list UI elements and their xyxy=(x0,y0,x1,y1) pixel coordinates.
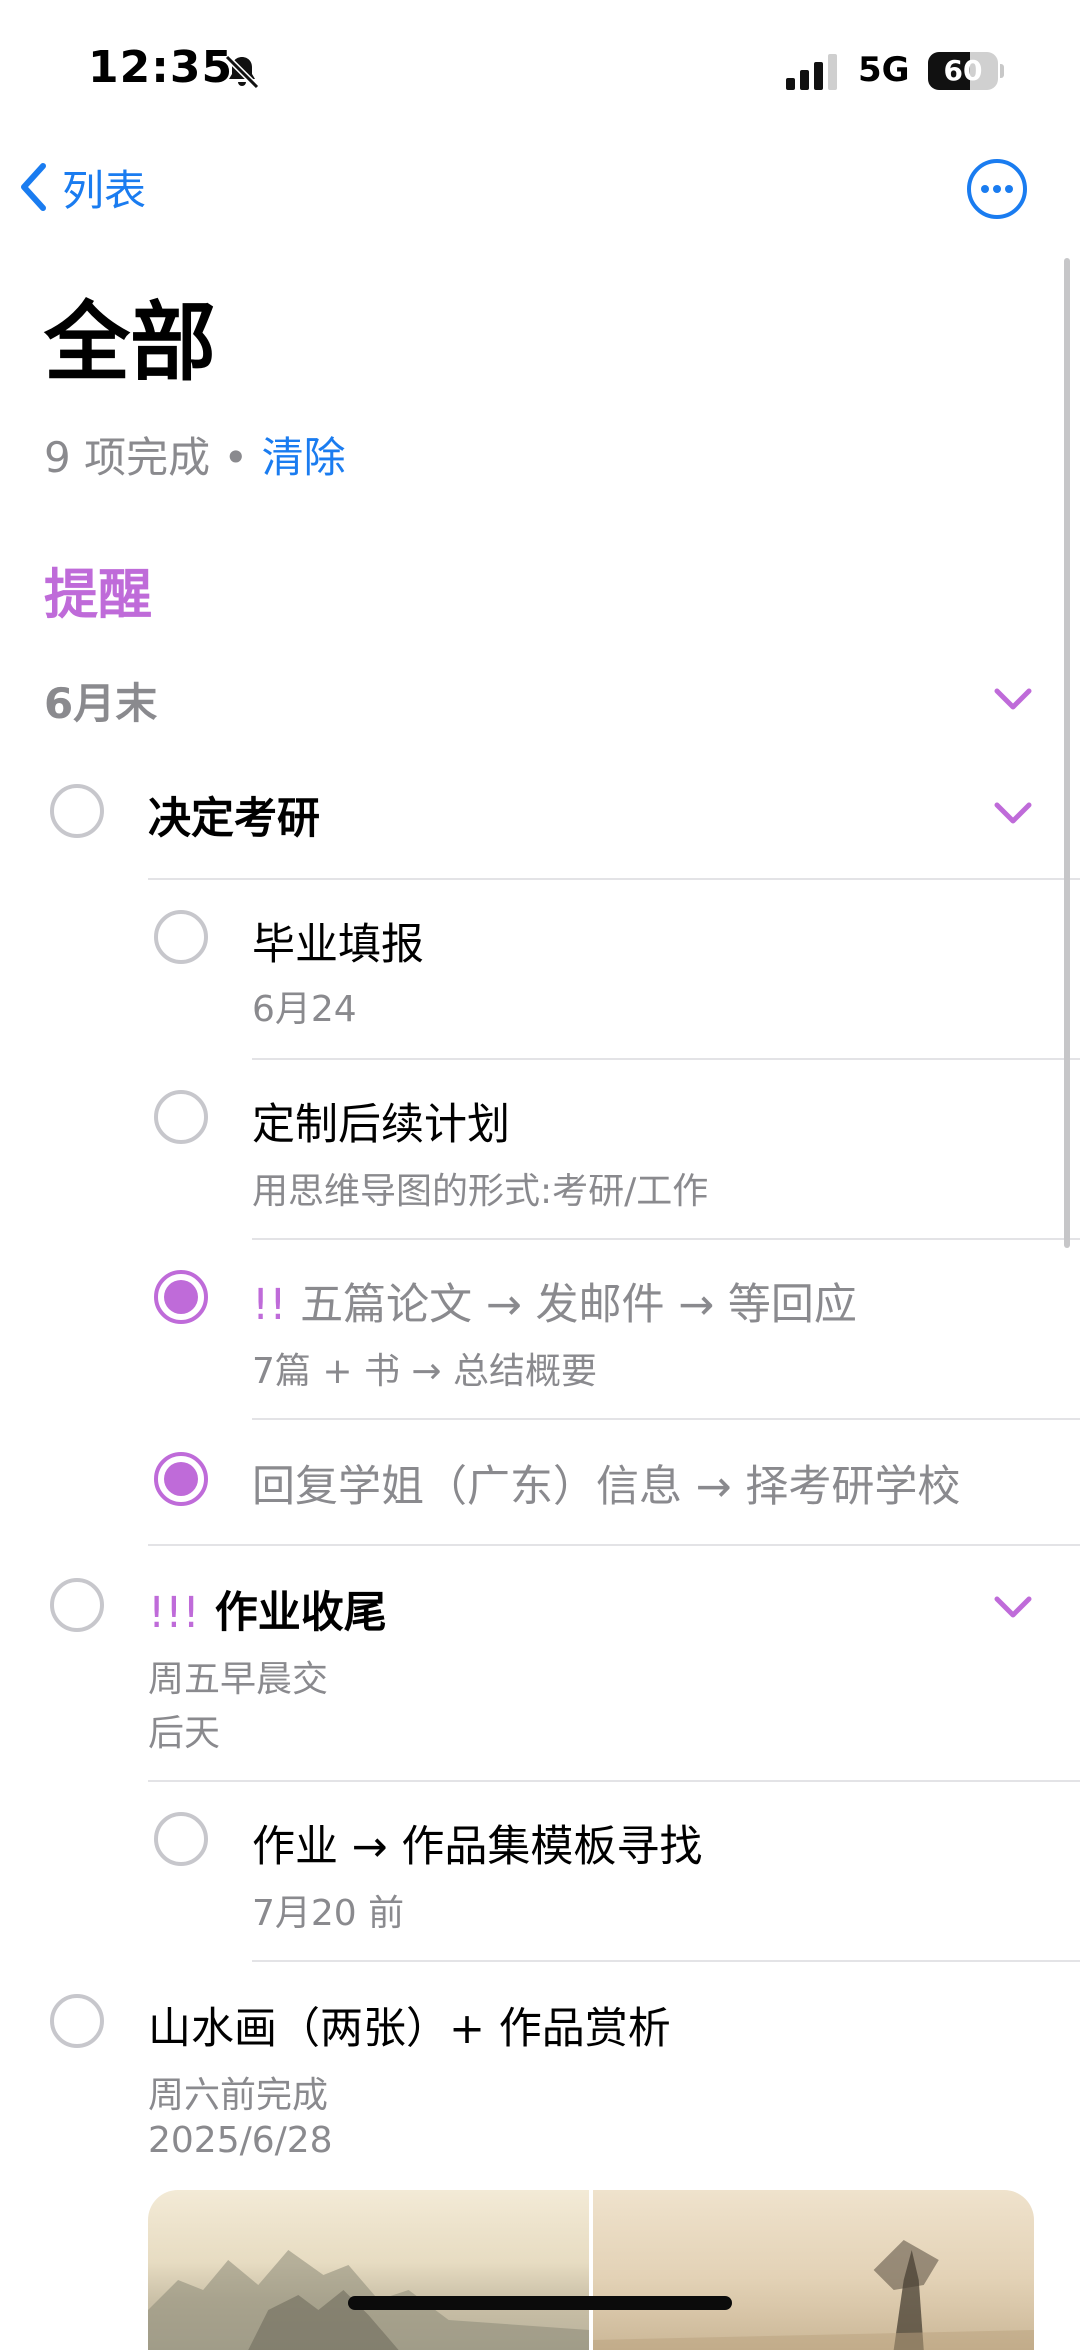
reminder-note: 周六前完成 xyxy=(148,2075,329,2116)
divider xyxy=(148,1780,1080,1782)
reminder-note: 周五早晨交 xyxy=(148,1659,329,1700)
subtask-note: 用思维导图的形式:考研/工作 xyxy=(252,1171,709,1212)
tree-painting-image xyxy=(593,2240,1034,2350)
reminder-title[interactable]: 决定考研 xyxy=(148,784,320,846)
reminder-due: 后天 xyxy=(148,1713,221,1754)
landscape-painting-thumbnail-2[interactable] xyxy=(593,2190,1034,2350)
priority-marker: !!! xyxy=(148,1588,200,1638)
subtask-checkbox[interactable] xyxy=(154,1090,208,1144)
image-attachments[interactable] xyxy=(148,2190,1034,2350)
reminder-title[interactable]: !!! 作业收尾 xyxy=(148,1578,387,1640)
subtask-title[interactable]: 作业 → 作品集模板寻找 xyxy=(252,1812,702,1874)
clear-completed-button[interactable]: 清除 xyxy=(262,433,346,482)
reminder-checkbox[interactable] xyxy=(50,1578,104,1632)
subtask-date: 7月20 前 xyxy=(252,1893,405,1934)
chevron-down-icon[interactable] xyxy=(994,688,1032,710)
page-title: 全部 xyxy=(44,293,216,393)
chevron-down-icon[interactable] xyxy=(994,802,1032,824)
subtask-title[interactable]: 定制后续计划 xyxy=(252,1090,510,1152)
scrollbar[interactable] xyxy=(1064,258,1070,1248)
chevron-down-icon[interactable] xyxy=(994,1596,1032,1618)
back-button[interactable]: 列表 xyxy=(18,152,146,222)
ellipsis-circle-icon[interactable] xyxy=(966,158,1028,220)
mountain-painting-image xyxy=(148,2250,589,2350)
subtask-title[interactable]: !! 五篇论文 → 发邮件 → 等回应 xyxy=(252,1270,857,1332)
priority-marker: !! xyxy=(252,1280,287,1330)
divider xyxy=(148,878,1080,880)
back-label: 列表 xyxy=(62,165,147,215)
subtask-title[interactable]: 毕业填报 xyxy=(252,910,424,972)
network-type: 5G xyxy=(858,50,910,90)
landscape-painting-thumbnail-1[interactable] xyxy=(148,2190,589,2350)
divider xyxy=(252,1418,1080,1420)
completed-summary: 9 项完成 • 清除 xyxy=(44,424,346,485)
group-header: 6月末 xyxy=(44,679,158,728)
completed-count: 9 项完成 • xyxy=(44,433,262,482)
battery-indicator: 60 xyxy=(928,52,1004,90)
subtask-title-text: 五篇论文 → 发邮件 → 等回应 xyxy=(300,1280,857,1330)
bell-slash-icon xyxy=(224,54,260,90)
subtask-note: 7篇 + 书 → 总结概要 xyxy=(252,1351,598,1392)
home-indicator[interactable] xyxy=(348,2296,732,2310)
battery-percent: 60 xyxy=(943,54,983,87)
section-title: 提醒 xyxy=(44,563,152,626)
divider xyxy=(252,1058,1080,1060)
reminder-date: 2025/6/28 xyxy=(148,2120,333,2161)
divider xyxy=(252,1238,1080,1240)
subtask-checkbox-completed[interactable] xyxy=(154,1452,208,1506)
status-time: 12:35 xyxy=(88,42,234,93)
subtask-checkbox-completed[interactable] xyxy=(154,1270,208,1324)
reminder-checkbox[interactable] xyxy=(50,784,104,838)
subtask-checkbox[interactable] xyxy=(154,1812,208,1866)
reminder-checkbox[interactable] xyxy=(50,1994,104,2048)
divider xyxy=(252,1960,1080,1962)
chevron-left-icon xyxy=(21,163,46,211)
cellular-signal-icon xyxy=(786,54,837,90)
reminder-title[interactable]: 山水画（两张）+ 作品赏析 xyxy=(148,1994,671,2056)
reminder-title-text: 作业收尾 xyxy=(214,1588,387,1638)
subtask-date: 6月24 xyxy=(252,989,357,1030)
subtask-checkbox[interactable] xyxy=(154,910,208,964)
subtask-title[interactable]: 回复学姐（广东）信息 → 择考研学校 xyxy=(252,1452,960,1514)
divider xyxy=(148,1544,1080,1546)
